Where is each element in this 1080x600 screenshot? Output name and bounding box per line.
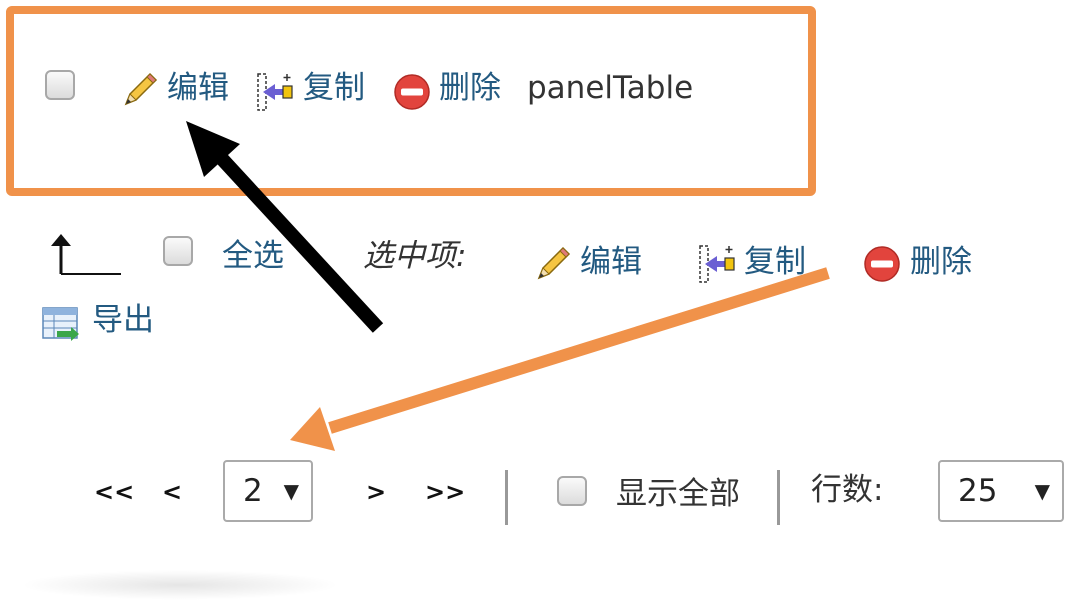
select-all-arrow-icon (51, 234, 121, 275)
pencil-icon (124, 72, 158, 106)
pagination-divider (505, 470, 508, 525)
copy-icon (699, 245, 735, 283)
chevron-down-icon: ▼ (283, 479, 299, 503)
bottom-shadow (20, 570, 340, 600)
copy-icon (257, 73, 293, 111)
pencil-icon (537, 246, 571, 280)
last-page-button[interactable]: >> (425, 472, 465, 512)
select-all-checkbox[interactable] (163, 236, 193, 266)
chevron-down-icon: ▼ (1034, 479, 1050, 503)
select-all-label[interactable]: 全选 (222, 236, 284, 276)
export-icon (42, 307, 79, 341)
page-select[interactable]: 2 ▼ (223, 460, 313, 522)
show-all-checkbox[interactable] (557, 476, 587, 506)
row-checkbox[interactable] (45, 70, 75, 100)
with-selected-label: 选中项: (363, 238, 467, 274)
bulk-edit-link[interactable]: 编辑 (580, 242, 642, 282)
orange-arrow (290, 267, 830, 451)
row-copy-link[interactable]: 复制 (303, 68, 365, 108)
row-edit-link[interactable]: 编辑 (167, 68, 229, 108)
rows-label: 行数: (811, 472, 884, 508)
table-name: panelTable (527, 70, 694, 106)
page-select-value: 2 (243, 473, 263, 509)
rows-select[interactable]: 25 ▼ (938, 460, 1064, 522)
row-delete-link[interactable]: 删除 (439, 68, 501, 108)
bulk-copy-link[interactable]: 复制 (744, 242, 806, 282)
bulk-delete-link[interactable]: 删除 (910, 242, 972, 282)
export-link[interactable]: 导出 (92, 300, 154, 340)
delete-icon (394, 74, 430, 110)
rows-select-value: 25 (958, 473, 998, 509)
first-page-button[interactable]: << (94, 472, 134, 512)
prev-page-button[interactable]: < (162, 472, 182, 512)
pagination-divider (777, 470, 780, 525)
show-all-label[interactable]: 显示全部 (616, 474, 740, 514)
next-page-button[interactable]: > (366, 472, 386, 512)
delete-icon (864, 246, 900, 282)
